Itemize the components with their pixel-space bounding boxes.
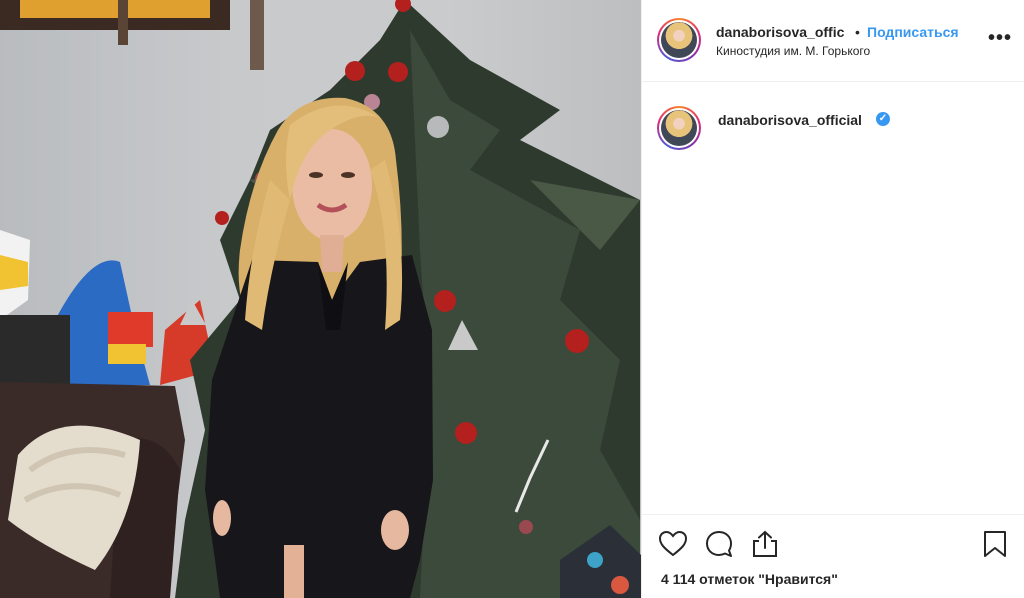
post-photo[interactable] bbox=[0, 0, 641, 598]
caption-avatar[interactable] bbox=[657, 106, 701, 150]
post-side-panel: danaborisova_offic • Подписаться Киносту… bbox=[641, 0, 1024, 598]
post-header: danaborisova_offic • Подписаться Киносту… bbox=[642, 0, 1024, 82]
verified-badge-icon: ✓ bbox=[876, 112, 890, 126]
heart-icon[interactable] bbox=[658, 529, 688, 559]
comment-icon[interactable] bbox=[704, 529, 734, 559]
more-options-button[interactable]: ••• bbox=[988, 28, 1012, 48]
action-bar: 4 114 отметок "Нравится" bbox=[642, 514, 1024, 598]
separator-dot: • bbox=[855, 24, 860, 40]
caption-username-link[interactable]: danaborisova_official bbox=[718, 112, 862, 128]
bookmark-icon[interactable] bbox=[980, 529, 1010, 559]
photo-illustration bbox=[0, 0, 641, 598]
follow-button[interactable]: Подписаться bbox=[867, 24, 959, 40]
share-icon[interactable] bbox=[750, 529, 780, 559]
author-username-link[interactable]: danaborisova_offic bbox=[716, 24, 853, 40]
author-avatar[interactable] bbox=[657, 18, 701, 62]
location-link[interactable]: Киностудия им. М. Горького bbox=[716, 44, 870, 58]
likes-count[interactable]: 4 114 отметок "Нравится" bbox=[661, 571, 838, 587]
